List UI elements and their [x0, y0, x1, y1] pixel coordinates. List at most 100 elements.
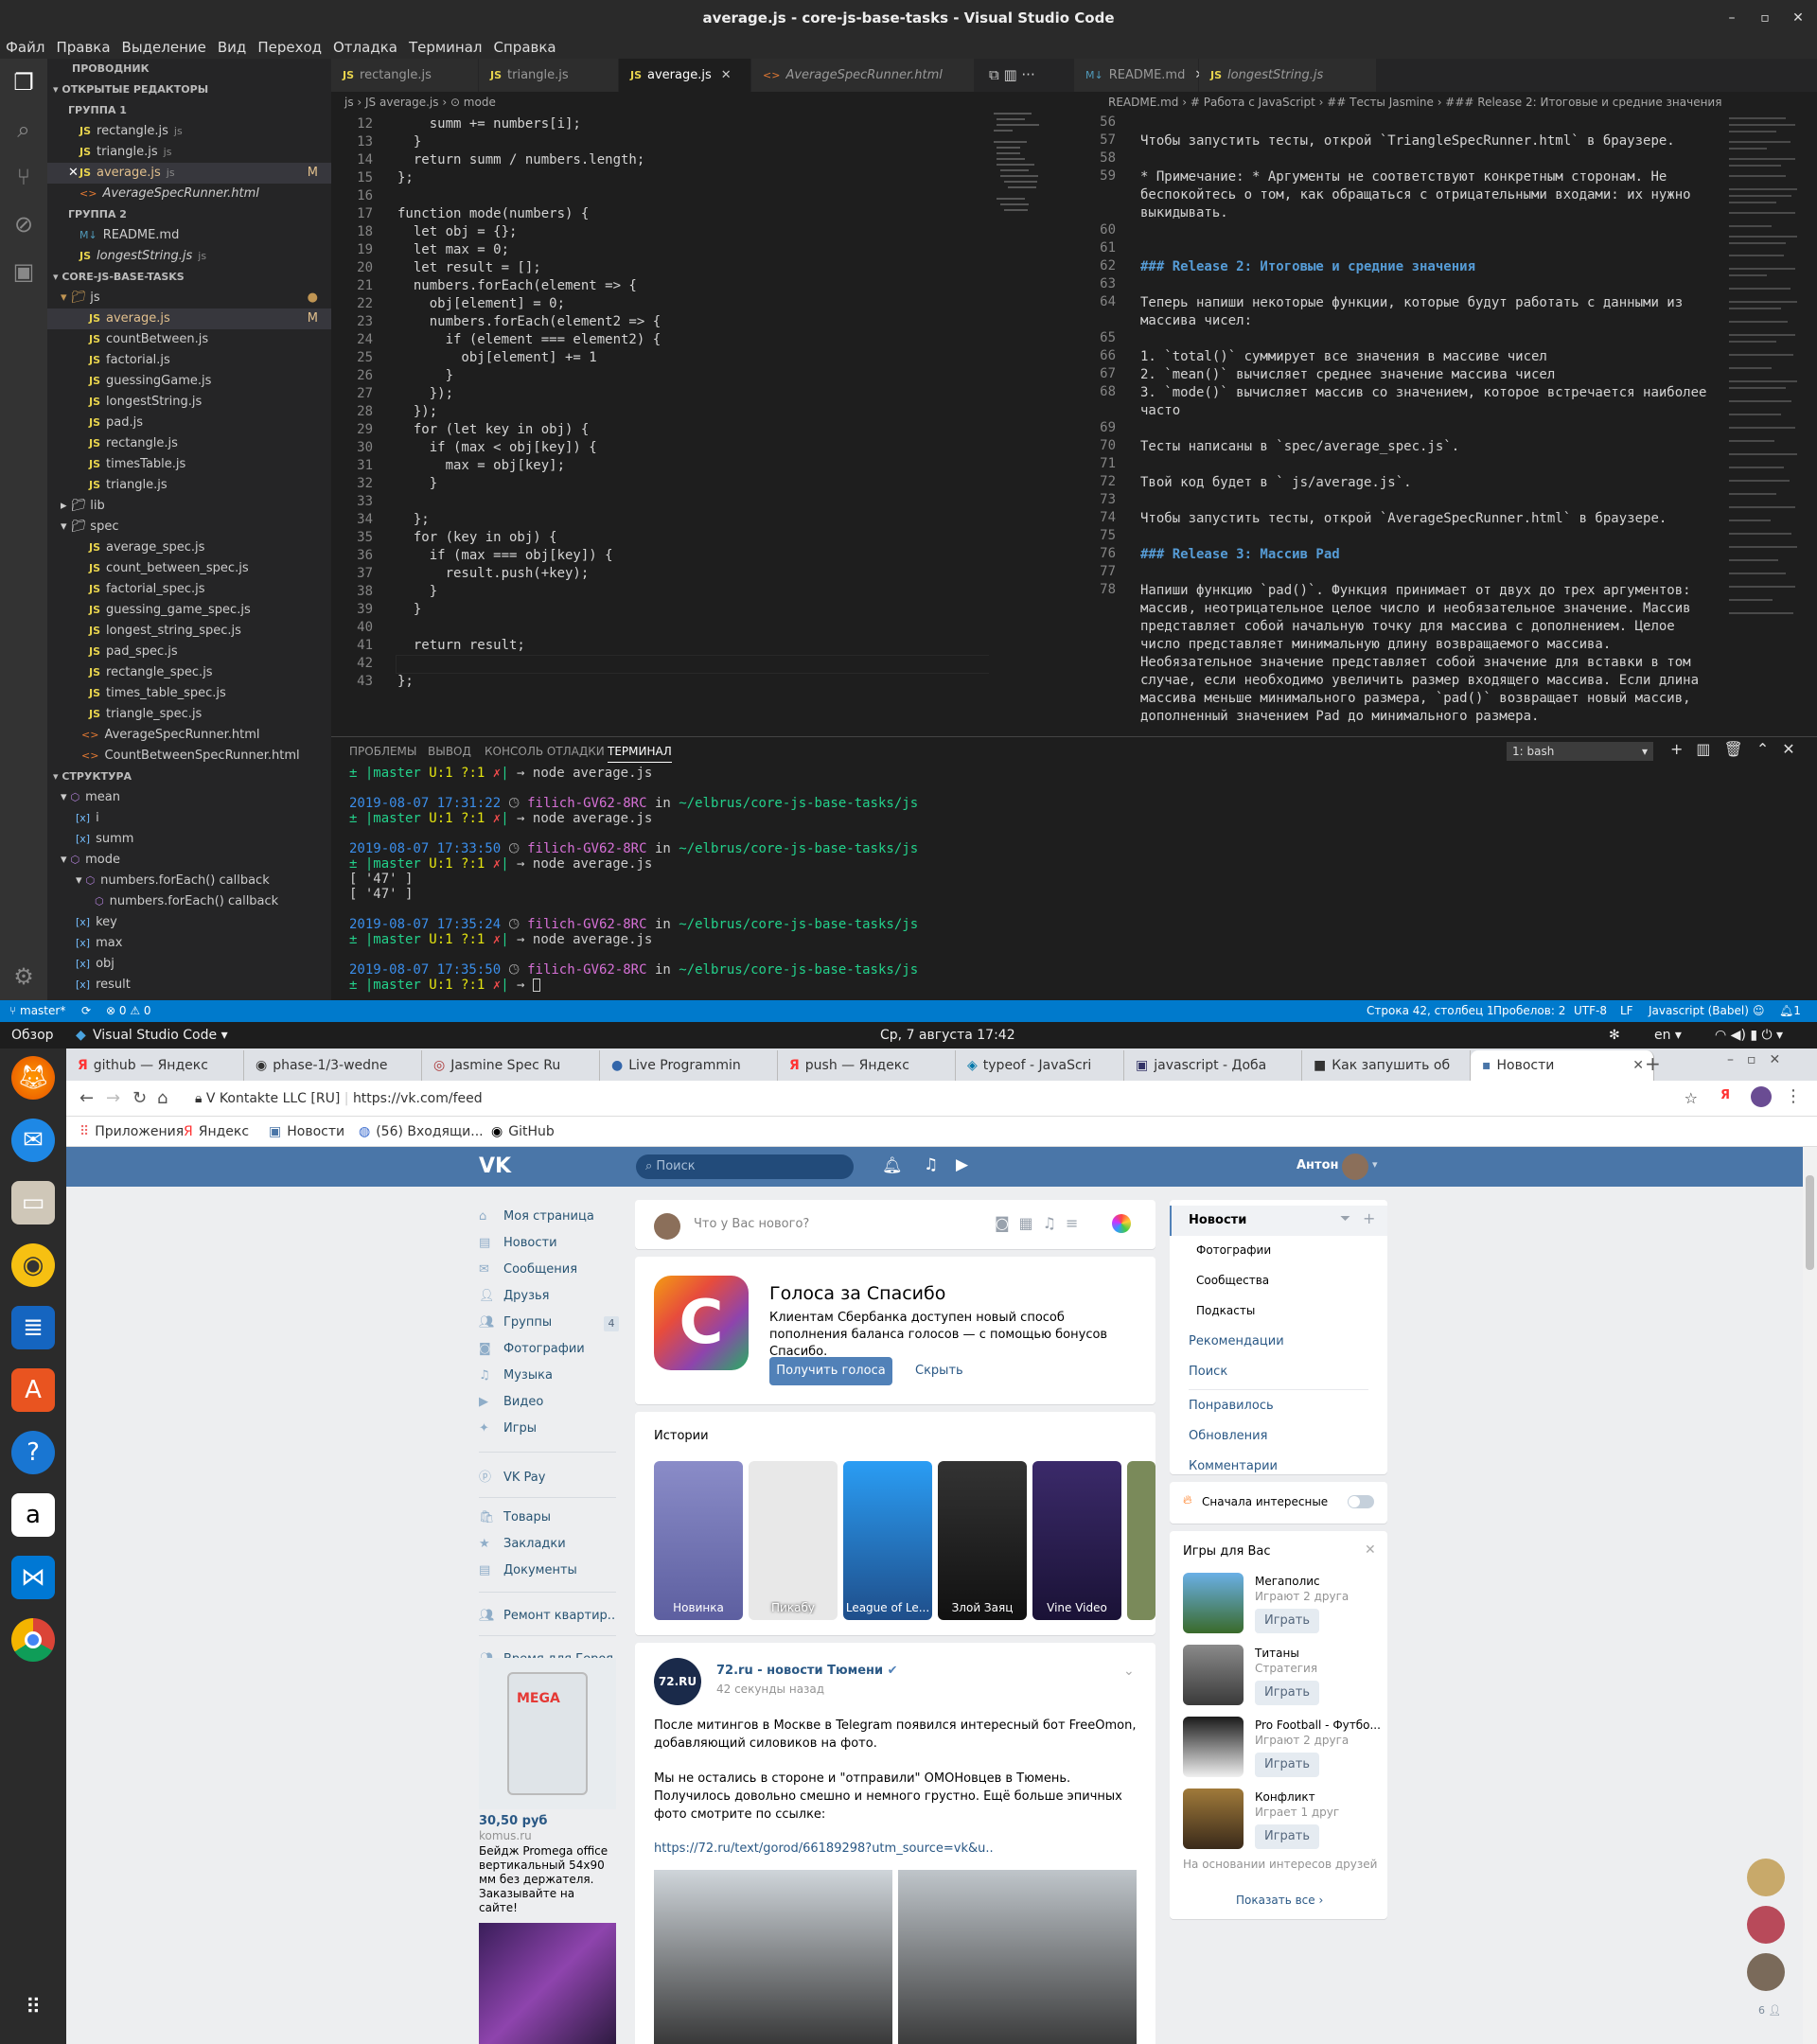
compose-input[interactable]: Что у Вас нового? [694, 1217, 809, 1231]
panel-actions[interactable]: +▥🗑⌃✕ [1670, 740, 1808, 758]
bell-icon[interactable]: 🔔︎ [882, 1156, 903, 1175]
vk-menu-item[interactable]: ⓟ VK Pay [479, 1467, 545, 1485]
folder-spec[interactable]: ▾ 📁︎ spec [47, 517, 331, 537]
show-apps-icon[interactable]: ⠿ [11, 1985, 55, 2029]
menu-item[interactable]: Отладка [327, 36, 403, 59]
play-button[interactable]: Играть [1255, 1753, 1319, 1777]
plus-icon[interactable]: + [1670, 740, 1696, 758]
file-item[interactable]: JS triangle_spec.js [47, 704, 331, 725]
music-icon[interactable]: ♫ [924, 1155, 938, 1174]
smiley-icon[interactable]: ☺ [1753, 1000, 1765, 1022]
close-icon[interactable]: ✕ [1770, 1052, 1794, 1067]
vk-menu-item[interactable]: ♫ Музыка [479, 1368, 553, 1383]
story-item[interactable]: Пикабу [749, 1461, 838, 1620]
chat-avatar[interactable] [1747, 1953, 1785, 1991]
outline-item[interactable]: [x] i [47, 808, 331, 829]
file-item[interactable]: JS guessing_game_spec.js [47, 600, 331, 621]
eol[interactable]: LF [1620, 1000, 1633, 1022]
file-item[interactable]: ✕ JS average.js js M [47, 163, 331, 184]
file-item[interactable]: M↓ README.md [47, 225, 331, 246]
editor-tab[interactable]: <> AverageSpecRunner.html [751, 59, 975, 92]
file-item[interactable]: JS countBetween.js [47, 329, 331, 350]
outline-item[interactable]: [x] key [47, 912, 331, 933]
interesting-toggle[interactable] [1348, 1495, 1374, 1508]
outline-section[interactable]: ▾ СТРУКТУРА [47, 766, 331, 787]
game-icon[interactable] [1183, 1788, 1244, 1849]
vk-menu-item[interactable]: ★ Закладки [479, 1537, 566, 1551]
amazon-icon[interactable]: a [11, 1493, 55, 1537]
browser-tab[interactable]: Яgithub — Яндекс [66, 1050, 244, 1081]
game-name[interactable]: Конфликт [1255, 1790, 1315, 1804]
show-all-link[interactable]: Показать все › [1236, 1894, 1323, 1907]
file-item[interactable]: JS rectangle.js [47, 433, 331, 454]
browser-tab[interactable]: ◈ typeof - JavaScri [956, 1050, 1124, 1081]
close-icon[interactable]: ✕ [1365, 1542, 1376, 1558]
user-avatar[interactable] [1342, 1154, 1368, 1180]
source-control-icon[interactable]: ⑂ [0, 153, 47, 201]
music-icon[interactable]: ♫ [1043, 1214, 1066, 1232]
post-time[interactable]: 42 секунды назад [716, 1683, 824, 1696]
menu-item[interactable]: Правка [50, 36, 115, 59]
browser-tab[interactable]: Яpush — Яндекс [778, 1050, 956, 1081]
outline-item[interactable]: [x] max [47, 933, 331, 954]
vk-menu-item[interactable]: ⌂ Моя страница [479, 1209, 594, 1224]
minimap-right[interactable] [1727, 113, 1808, 737]
menu-item[interactable]: Файл [0, 36, 50, 59]
vk-menu-item[interactable]: ▤ Документы [479, 1563, 577, 1577]
file-item[interactable]: JS rectangle.js js [47, 121, 331, 142]
file-item[interactable]: JS guessingGame.js [47, 371, 331, 392]
vk-menu-item[interactable]: 👥︎ Ремонт квартир.. [479, 1609, 615, 1623]
bookmark-item[interactable]: ◉ GitHub [491, 1117, 555, 1147]
home-icon[interactable]: ⌂ [157, 1088, 168, 1108]
vk-menu-item[interactable]: 👤︎ Друзья [479, 1289, 550, 1303]
vk-menu-item[interactable]: ✦ Игры [479, 1421, 537, 1436]
minimize-button[interactable]: – [1718, 0, 1746, 36]
game-icon[interactable] [1183, 1573, 1244, 1633]
new-tab-button[interactable]: + [1645, 1052, 1661, 1075]
reload-icon[interactable]: ↻ [132, 1088, 147, 1108]
split-editor-icon[interactable]: ⧉ ▥ ··· [989, 66, 1035, 83]
hide-link[interactable]: Скрыть [915, 1364, 963, 1378]
file-item[interactable]: JS factorial.js [47, 350, 331, 371]
branch-status[interactable]: ⑂ master* [9, 1000, 65, 1022]
chat-avatar[interactable] [1747, 1906, 1785, 1944]
menu-item[interactable]: Переход [252, 36, 327, 59]
yandex-ext-icon[interactable]: Я [1720, 1088, 1730, 1102]
breadcrumb-right[interactable]: README.md › # Работа с JavaScript › ## Т… [1074, 92, 1817, 113]
minimize-icon[interactable]: – [1727, 1052, 1747, 1067]
vscode-icon[interactable]: ⋈ [11, 1556, 55, 1599]
bookmark-item[interactable]: Я Яндекс [184, 1117, 249, 1147]
vk-menu-item[interactable]: ✉ Сообщения [479, 1262, 577, 1277]
video-icon[interactable]: ▦ [1019, 1214, 1043, 1232]
ad-text[interactable]: Бейдж Promega office вертикальный 54х90 … [479, 1844, 616, 1915]
file-item[interactable]: JS longest_string_spec.js [47, 621, 331, 642]
sber-spasibo-logo[interactable]: C [654, 1276, 749, 1370]
window-controls[interactable]: –▫✕ [1727, 1052, 1793, 1067]
file-item[interactable]: JS pad_spec.js [47, 642, 331, 662]
search-icon[interactable]: ⌕ [0, 106, 47, 153]
post-image-1[interactable] [654, 1870, 892, 2044]
encoding[interactable]: UTF-8 [1574, 1000, 1607, 1022]
article-icon[interactable]: ≡ [1066, 1214, 1087, 1232]
file-item[interactable]: JS times_table_spec.js [47, 683, 331, 704]
browser-tab[interactable]: ◉ phase-1/3-wedne [244, 1050, 422, 1081]
ad-price[interactable]: 30,50 руб [479, 1814, 548, 1828]
bookmark-item[interactable]: ◍ (56) Входящи... [359, 1117, 484, 1147]
writer-icon[interactable]: ≣ [11, 1306, 55, 1349]
vk-logo[interactable]: VK [479, 1154, 511, 1178]
story-item[interactable]: Vine Video [1032, 1461, 1121, 1620]
activities-button[interactable]: Обзор [11, 1022, 54, 1048]
restore-icon[interactable]: ▫ [1747, 1052, 1770, 1067]
plus-icon[interactable]: + [1363, 1209, 1375, 1227]
play-button[interactable]: Играть [1255, 1824, 1319, 1849]
ad-image[interactable]: MEGA [479, 1658, 616, 1809]
folder-lib[interactable]: ▸ 📁︎ lib [47, 496, 331, 517]
file-item[interactable]: JS rectangle_spec.js [47, 662, 331, 683]
story-item[interactable] [1127, 1461, 1155, 1620]
folder-js[interactable]: ▾ 📁︎ js ● [47, 288, 331, 308]
game-name[interactable]: Мегаполис [1255, 1575, 1320, 1588]
tab-terminal[interactable]: ТЕРМИНАЛ [608, 745, 672, 763]
outline-item[interactable]: ▾ ⬡ numbers.forEach() callback [47, 871, 331, 891]
explorer-header[interactable]: ПРОВОДНИК [47, 59, 331, 79]
close-icon[interactable]: ✕ [68, 163, 79, 184]
